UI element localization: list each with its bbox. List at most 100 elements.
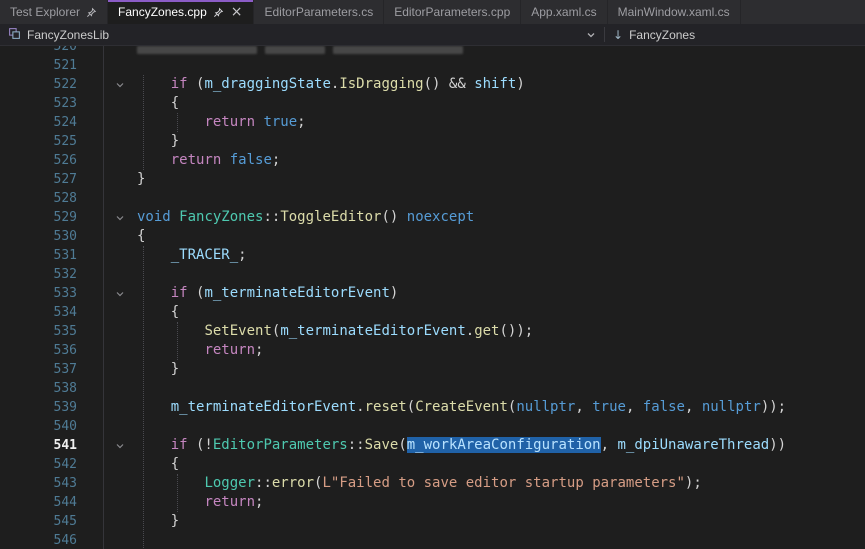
chevron-down-icon[interactable] bbox=[586, 30, 596, 40]
code-text[interactable] bbox=[137, 189, 865, 208]
code-editor[interactable]: 520521522 if (m_draggingState.IsDragging… bbox=[0, 46, 865, 549]
tab-mainwindow-xaml-cs[interactable]: MainWindow.xaml.cs bbox=[608, 0, 741, 24]
code-text[interactable]: { bbox=[137, 94, 865, 113]
indent-guide bbox=[177, 322, 178, 360]
line-number: 522 bbox=[0, 75, 103, 94]
code-text[interactable]: _TRACER_; bbox=[137, 246, 865, 265]
clipped-line-content[interactable] bbox=[137, 46, 865, 56]
tab-test-explorer[interactable]: Test Explorer bbox=[0, 0, 108, 24]
fold-margin bbox=[103, 379, 137, 398]
code-line: 527} bbox=[0, 170, 865, 189]
line-number: 530 bbox=[0, 227, 103, 246]
code-text[interactable] bbox=[137, 531, 865, 549]
pin-icon[interactable] bbox=[86, 7, 97, 18]
tab-label: EditorParameters.cpp bbox=[394, 5, 510, 19]
tab-label: MainWindow.xaml.cs bbox=[618, 5, 730, 19]
code-line: 542 { bbox=[0, 455, 865, 474]
fold-chevron-icon[interactable] bbox=[103, 284, 137, 303]
navigation-bar: FancyZonesLib ↓ FancyZones bbox=[0, 24, 865, 46]
fold-margin bbox=[103, 170, 137, 189]
tab-app-xaml-cs[interactable]: App.xaml.cs bbox=[521, 0, 607, 24]
code-line: 535 SetEvent(m_terminateEditorEvent.get(… bbox=[0, 322, 865, 341]
fold-chevron-icon[interactable] bbox=[103, 208, 137, 227]
code-line: 540 bbox=[0, 417, 865, 436]
code-text[interactable]: } bbox=[137, 512, 865, 531]
line-number: 529 bbox=[0, 208, 103, 227]
code-line: 521 bbox=[0, 56, 865, 75]
tab-label: EditorParameters.cs bbox=[264, 5, 373, 19]
code-line: 536 return; bbox=[0, 341, 865, 360]
pin-icon[interactable] bbox=[213, 7, 224, 18]
code-text[interactable]: m_terminateEditorEvent.reset(CreateEvent… bbox=[137, 398, 865, 417]
code-text[interactable]: if (!EditorParameters::Save(m_workAreaCo… bbox=[137, 436, 865, 455]
code-text[interactable]: return false; bbox=[137, 151, 865, 170]
code-text[interactable]: if (m_terminateEditorEvent) bbox=[137, 284, 865, 303]
fold-margin bbox=[103, 265, 137, 284]
code-line: 532 bbox=[0, 265, 865, 284]
tab-editorparameters-cpp[interactable]: EditorParameters.cpp bbox=[384, 0, 521, 24]
code-text[interactable]: Logger::error(L"Failed to save editor st… bbox=[137, 474, 865, 493]
fold-margin bbox=[103, 94, 137, 113]
code-text[interactable] bbox=[137, 56, 865, 75]
fold-margin bbox=[103, 189, 137, 208]
line-number: 541 bbox=[0, 436, 103, 455]
indent-guide bbox=[143, 246, 144, 549]
line-number: 539 bbox=[0, 398, 103, 417]
line-number: 545 bbox=[0, 512, 103, 531]
code-line: 544 return; bbox=[0, 493, 865, 512]
project-icon bbox=[8, 27, 21, 43]
code-text[interactable]: } bbox=[137, 360, 865, 379]
code-text[interactable]: } bbox=[137, 132, 865, 151]
line-number: 532 bbox=[0, 265, 103, 284]
code-line: 537 } bbox=[0, 360, 865, 379]
indent-guide bbox=[143, 75, 144, 170]
code-text[interactable]: void FancyZones::ToggleEditor() noexcept bbox=[137, 208, 865, 227]
code-text[interactable]: { bbox=[137, 303, 865, 322]
code-line: 530 { bbox=[0, 227, 865, 246]
line-number: 536 bbox=[0, 341, 103, 360]
fold-margin bbox=[103, 474, 137, 493]
line-number: 524 bbox=[0, 113, 103, 132]
code-text[interactable]: if (m_draggingState.IsDragging() && shif… bbox=[137, 75, 865, 94]
tab-label: App.xaml.cs bbox=[531, 5, 596, 19]
code-text[interactable]: { bbox=[137, 455, 865, 474]
unreadable-clipped-text bbox=[333, 46, 463, 54]
code-text[interactable]: return true; bbox=[137, 113, 865, 132]
close-icon[interactable]: × bbox=[230, 5, 244, 19]
fold-margin bbox=[103, 303, 137, 322]
fold-chevron-icon[interactable] bbox=[103, 436, 137, 455]
tab-fancyzones-cpp[interactable]: FancyZones.cpp× bbox=[108, 0, 254, 24]
code-text[interactable]: return; bbox=[137, 493, 865, 512]
code-text[interactable] bbox=[137, 417, 865, 436]
line-number: 540 bbox=[0, 417, 103, 436]
line-number: 525 bbox=[0, 132, 103, 151]
fold-margin bbox=[103, 493, 137, 512]
code-text[interactable]: } bbox=[137, 170, 865, 189]
unreadable-clipped-text bbox=[137, 46, 257, 54]
code-text[interactable]: { bbox=[137, 227, 865, 246]
unreadable-clipped-text bbox=[265, 46, 325, 54]
code-text[interactable]: SetEvent(m_terminateEditorEvent.get()); bbox=[137, 322, 865, 341]
member-dropdown[interactable]: ↓ FancyZones bbox=[605, 24, 865, 45]
code-line: 528 bbox=[0, 189, 865, 208]
fold-chevron-icon[interactable] bbox=[103, 75, 137, 94]
indent-guide bbox=[177, 474, 178, 512]
code-text[interactable] bbox=[137, 265, 865, 284]
fold-margin bbox=[103, 360, 137, 379]
selected-text-highlight: m_workAreaConfiguration bbox=[407, 437, 601, 453]
code-text[interactable]: return; bbox=[137, 341, 865, 360]
code-line: 526 return false; bbox=[0, 151, 865, 170]
line-number: 542 bbox=[0, 455, 103, 474]
code-line: 545 } bbox=[0, 512, 865, 531]
line-number: 526 bbox=[0, 151, 103, 170]
fold-margin bbox=[103, 246, 137, 265]
code-line: 533 if (m_terminateEditorEvent) bbox=[0, 284, 865, 303]
fold-margin bbox=[103, 398, 137, 417]
project-dropdown[interactable]: FancyZonesLib bbox=[0, 24, 604, 45]
project-dropdown-label: FancyZonesLib bbox=[27, 28, 109, 42]
code-text[interactable] bbox=[137, 379, 865, 398]
fold-margin bbox=[103, 322, 137, 341]
line-number: 531 bbox=[0, 246, 103, 265]
tab-editorparameters-cs[interactable]: EditorParameters.cs bbox=[254, 0, 384, 24]
document-tab-bar: Test ExplorerFancyZones.cpp× EditorParame… bbox=[0, 0, 865, 24]
